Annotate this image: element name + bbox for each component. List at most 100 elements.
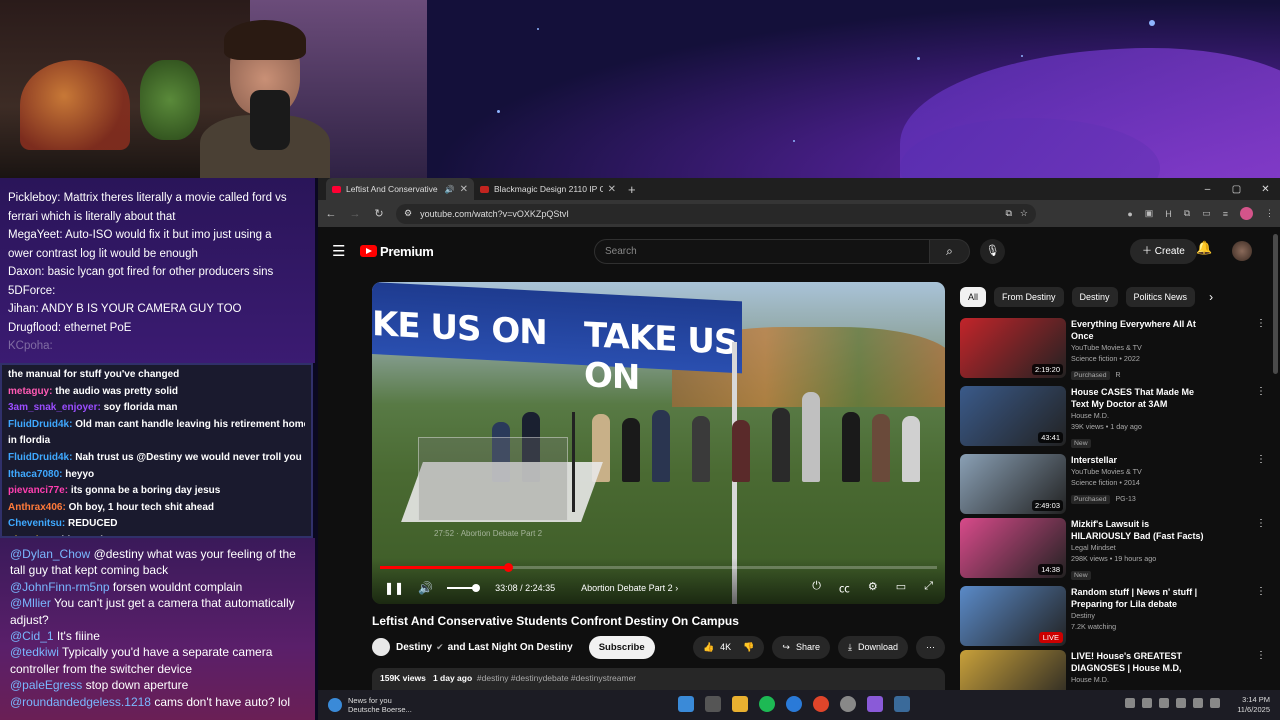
system-clock[interactable]: 3:14 PM 11/6/2025 (1237, 695, 1270, 715)
chat-username[interactable]: @JohnFinn-rm5np (10, 580, 110, 594)
channel-name[interactable]: Destiny (396, 642, 432, 653)
more-options-icon[interactable]: ⋮ (1256, 386, 1270, 450)
speaker-icon[interactable]: 🔊 (445, 185, 455, 194)
search-input[interactable]: Search (594, 239, 930, 264)
create-button[interactable]: ＋ Create (1130, 239, 1197, 264)
profile-avatar[interactable] (1240, 207, 1253, 220)
site-info-icon[interactable]: ⚙ (404, 208, 412, 219)
spotify-icon[interactable] (759, 696, 775, 712)
news-widget[interactable]: News for you Deutsche Boerse... (328, 696, 412, 714)
reload-icon[interactable]: ↻ (372, 207, 386, 220)
download-button[interactable]: ⤓ Download (837, 635, 908, 659)
close-tab-icon[interactable]: ✕ (460, 184, 468, 195)
progress-bar[interactable] (380, 563, 937, 572)
chat-username[interactable]: @paleEgress (10, 678, 82, 692)
chrome-icon[interactable] (813, 696, 829, 712)
task-view-icon[interactable] (705, 696, 721, 712)
extension-icon[interactable]: ▣ (1145, 208, 1154, 219)
file-explorer-icon[interactable] (732, 696, 748, 712)
tray-icon[interactable] (1125, 698, 1135, 708)
maximize-button[interactable]: ▢ (1222, 184, 1251, 195)
chat-username[interactable]: @Dylan_Chow (10, 547, 90, 561)
menu-kebab-icon[interactable]: ⋮ (1265, 208, 1274, 219)
filter-chip[interactable]: All (960, 287, 987, 307)
chat-username[interactable]: pievanci77e: (8, 485, 68, 496)
pause-icon[interactable]: ❚❚ (384, 581, 404, 595)
video-thumbnail[interactable]: 2:19:20 (960, 318, 1066, 378)
search-button[interactable]: ⌕ (930, 239, 970, 264)
video-thumbnail[interactable]: LIVE (960, 586, 1066, 646)
chat-username[interactable]: FluidDruid4k: (8, 419, 72, 430)
account-avatar[interactable] (1232, 241, 1252, 261)
video-description[interactable]: 159K views 1 day ago #destiny #destinyde… (372, 668, 945, 690)
steam-icon[interactable] (894, 696, 910, 712)
recommended-video[interactable]: 2:49:03 Interstellar YouTube Movies & TV Sc… (960, 454, 1270, 518)
chat-username[interactable]: @tedkiwi (10, 645, 59, 659)
more-options-icon[interactable]: ⋮ (1256, 518, 1270, 582)
filter-chip[interactable]: Destiny (1071, 287, 1118, 307)
fullscreen-icon[interactable]: ⤢ (924, 580, 933, 596)
recommended-video[interactable]: LIVE Random stuff | News n' stuff | Prepa… (960, 586, 1270, 650)
filter-chip[interactable]: From Destiny (994, 287, 1064, 307)
chips-next-icon[interactable]: › (1209, 290, 1213, 304)
video-thumbnail[interactable]: 2:49:03 (960, 454, 1066, 514)
recommended-video[interactable]: 14:38 Mizkif's Lawsuit is HILARIOUSLY Bad… (960, 518, 1270, 582)
wifi-icon[interactable] (1176, 698, 1186, 708)
voice-search-button[interactable]: 🎙 (980, 239, 1005, 264)
edge-icon[interactable] (786, 696, 802, 712)
back-icon[interactable]: ← (324, 208, 338, 220)
puzzle-icon[interactable]: ⧉ (1184, 208, 1190, 219)
volume-icon[interactable]: 🔊 (418, 581, 433, 595)
recommended-video[interactable]: 43:41 House CASES That Made Me Text My Do… (960, 386, 1270, 450)
chat-username[interactable]: metaguy: (8, 386, 52, 397)
volume-slider[interactable] (447, 584, 481, 592)
forward-icon[interactable]: → (348, 208, 362, 220)
tab-blackmagic[interactable]: Blackmagic Design 2110 IP Co ✕ (474, 178, 622, 200)
share-button[interactable]: ↪ Share (772, 635, 830, 659)
chat-username[interactable]: Ithaca7080: (8, 469, 62, 480)
page-scrollbar[interactable] (1273, 234, 1278, 374)
bookmark-star-icon[interactable]: ☆ (1020, 208, 1028, 219)
miniplayer-icon[interactable]: ▭ (896, 580, 906, 596)
hamburger-menu-icon[interactable]: ☰ (332, 242, 356, 260)
chat-username[interactable]: @Mllier (10, 596, 51, 610)
volume-tray-icon[interactable] (1193, 698, 1203, 708)
sidepanel-icon[interactable]: ▭ (1202, 208, 1211, 219)
channel-avatar[interactable] (372, 638, 390, 656)
collab-channel-name[interactable]: and Last Night On Destiny (448, 642, 573, 653)
tray-icon[interactable] (1142, 698, 1152, 708)
video-thumbnail[interactable]: 43:41 (960, 386, 1066, 446)
chat-username[interactable]: Anthrax406: (8, 502, 66, 513)
tray-icon[interactable] (1159, 698, 1169, 708)
video-thumbnail[interactable]: 14:38 (960, 518, 1066, 578)
video-player[interactable]: KE US ON TAKE US ON 27:52 · Abortion Deb… (372, 282, 945, 604)
more-options-icon[interactable]: ⋮ (1256, 586, 1270, 650)
close-tab-icon[interactable]: ✕ (608, 184, 616, 195)
minimize-button[interactable]: – (1193, 184, 1222, 195)
new-tab-button[interactable]: + (628, 182, 636, 197)
chat-username[interactable]: FluidDruid4k: (8, 452, 72, 463)
extension-icon[interactable]: H (1165, 209, 1172, 219)
start-icon[interactable] (678, 696, 694, 712)
battery-icon[interactable] (1210, 698, 1220, 708)
obs-icon[interactable] (867, 696, 883, 712)
media-icon[interactable]: ≡ (1223, 209, 1228, 219)
thumbs-down-icon[interactable]: 👎 (743, 642, 754, 653)
more-options-icon[interactable]: ⋮ (1256, 318, 1270, 382)
autoplay-toggle-icon[interactable]: ⏻ (812, 580, 821, 596)
url-field[interactable]: ⚙ youtube.com/watch?v=vOXKZpQStvI ⧉ ☆ (396, 203, 1036, 224)
notifications-bell-icon[interactable]: 🔔 (1196, 240, 1212, 256)
chat-username[interactable]: @Cid_1 (10, 629, 54, 643)
more-actions-button[interactable]: ⋯ (916, 635, 945, 659)
settings-gear-icon[interactable]: ⚙ (868, 580, 878, 596)
tab-youtube[interactable]: Leftist And Conservative St 🔊 ✕ (326, 178, 474, 200)
recommended-video[interactable]: 2:19:20 Everything Everywhere All At Once… (960, 318, 1270, 382)
like-button[interactable]: 👍 4K 👎 (692, 635, 765, 659)
subscribe-button[interactable]: Subscribe (588, 635, 655, 659)
close-window-button[interactable]: ✕ (1251, 184, 1280, 195)
extension-icon[interactable]: ● (1127, 209, 1132, 219)
chat-username[interactable]: @roundandedgeless.1218 (10, 695, 151, 709)
install-icon[interactable]: ⧉ (1005, 208, 1011, 219)
chat-username[interactable]: 3am_snak_enjoyer: (8, 402, 101, 413)
hashtags[interactable]: #destiny #destinydebate #destinystreamer (477, 673, 636, 683)
